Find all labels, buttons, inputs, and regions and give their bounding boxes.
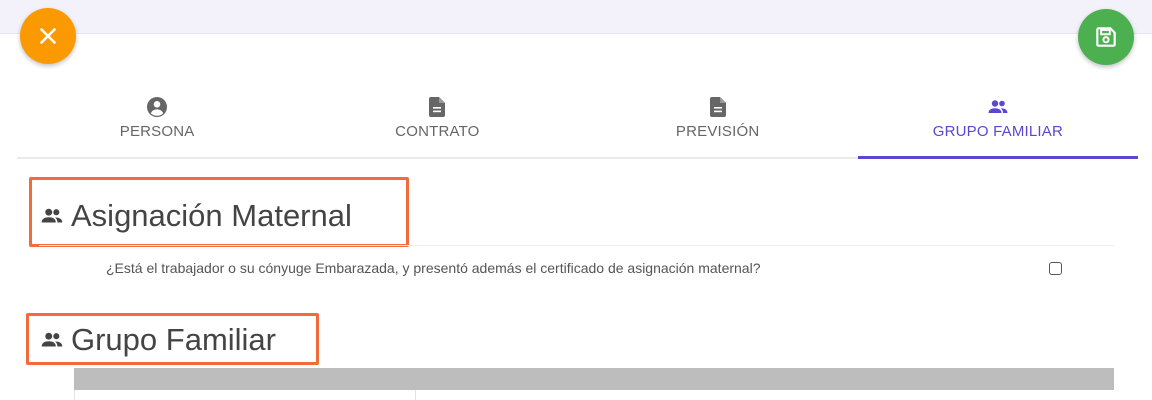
- tab-bar: PERSONA CONTRATO PREVISIÓN GRUPO FAMILIA…: [17, 84, 1139, 159]
- table-row: [74, 390, 1114, 400]
- close-button[interactable]: [20, 8, 76, 64]
- close-icon: [40, 28, 56, 44]
- floppy-disk-icon: [1096, 27, 1116, 47]
- people-icon: [41, 208, 63, 223]
- table-cell-divider: [415, 390, 416, 400]
- section-title-asignacion-maternal: Asignación Maternal: [39, 198, 352, 234]
- document-icon: [709, 97, 726, 117]
- section-title-grupo-familiar: Grupo Familiar: [39, 322, 276, 358]
- people-icon: [41, 332, 63, 347]
- tab-label: PERSONA: [119, 123, 195, 140]
- section-title-text: Grupo Familiar: [71, 322, 276, 357]
- people-icon: [988, 100, 1008, 113]
- tab-label: PREVISIÓN: [675, 123, 760, 140]
- tab-label: GRUPO FAMILIAR: [932, 123, 1064, 140]
- save-button[interactable]: [1078, 9, 1134, 65]
- tab-grupo-familiar[interactable]: GRUPO FAMILIAR: [857, 84, 1139, 159]
- tab-prevision[interactable]: PREVISIÓN: [578, 84, 858, 157]
- account-circle-icon: [147, 97, 168, 117]
- top-bar: [0, 0, 1152, 34]
- document-icon: [429, 97, 446, 117]
- section-divider: [39, 245, 1114, 246]
- maternal-certificate-checkbox[interactable]: [1049, 262, 1062, 275]
- tab-persona[interactable]: PERSONA: [17, 84, 297, 157]
- maternal-question-label: ¿Está el trabajador o su cónyuge Embaraz…: [106, 260, 761, 276]
- tab-label: CONTRATO: [395, 123, 480, 140]
- tab-contrato[interactable]: CONTRATO: [297, 84, 577, 157]
- section-title-text: Asignación Maternal: [71, 198, 352, 233]
- family-table-header: [74, 368, 1114, 390]
